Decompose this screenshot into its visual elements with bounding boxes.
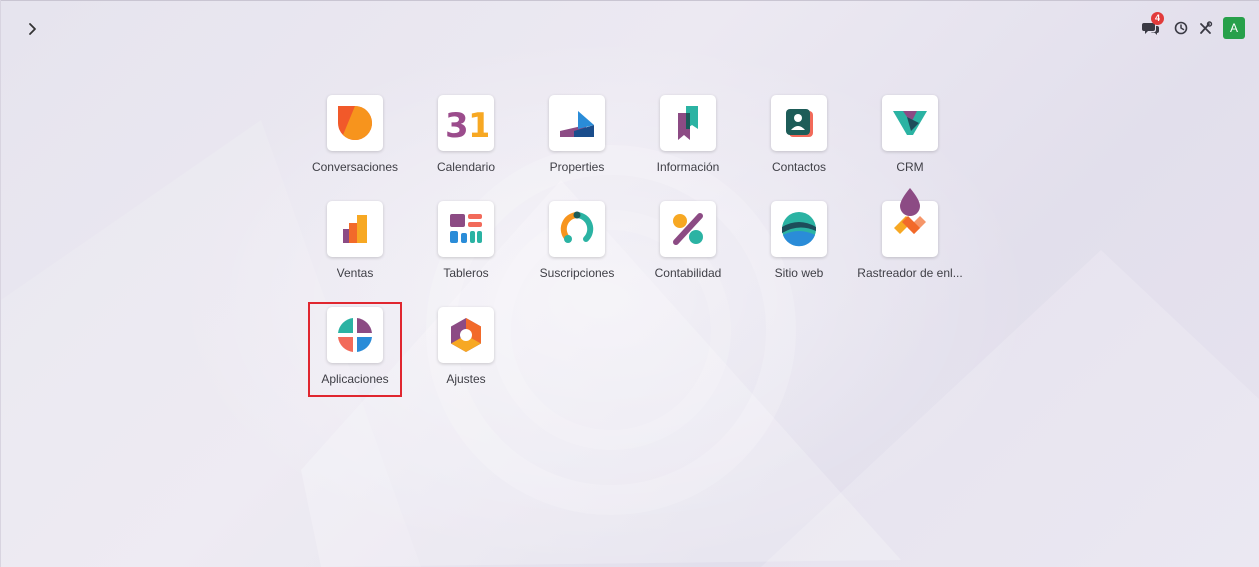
app-calendario[interactable]: 3 1 Calendario [411, 95, 521, 195]
svg-text:1: 1 [468, 106, 488, 143]
app-contactos[interactable]: Contactos [744, 95, 854, 195]
activity-button[interactable] [1174, 21, 1188, 35]
svg-text:3: 3 [445, 106, 469, 143]
app-label: Contactos [771, 160, 827, 174]
app-suscripciones[interactable]: Suscripciones [522, 201, 632, 301]
dashboards-icon [438, 201, 494, 257]
app-properties[interactable]: Properties [522, 95, 632, 195]
app-label: Sitio web [774, 266, 824, 280]
app-label: Calendario [436, 160, 496, 174]
app-label: CRM [896, 160, 924, 174]
discuss-icon [327, 95, 383, 151]
user-avatar[interactable]: A [1223, 17, 1245, 39]
link-tracker-icon [882, 188, 938, 257]
app-conversaciones[interactable]: Conversaciones [300, 95, 410, 195]
app-label: Contabilidad [654, 266, 722, 280]
clock-icon [1174, 21, 1188, 35]
knowledge-icon [660, 95, 716, 151]
messages-button[interactable]: 4 [1142, 12, 1164, 36]
accounting-icon [660, 201, 716, 257]
crm-icon [882, 95, 938, 151]
top-border [1, 0, 1259, 1]
messages-badge: 4 [1151, 12, 1164, 25]
tools-button[interactable] [1198, 20, 1213, 36]
settings-icon [438, 307, 494, 363]
chevron-right-icon [29, 23, 36, 35]
app-label: Rastreador de enl... [857, 266, 963, 280]
app-ajustes[interactable]: Ajustes [411, 307, 521, 407]
app-label: Tableros [443, 266, 489, 280]
contacts-icon [771, 95, 827, 151]
website-icon [771, 201, 827, 257]
calendar-icon: 3 1 [438, 95, 494, 151]
app-label: Ajustes [446, 372, 486, 386]
tools-icon [1200, 20, 1213, 34]
home-menu: 4 A Conversaciones 3 Calendario Properti… [0, 0, 1259, 567]
app-label: Información [656, 160, 720, 174]
app-sitio-web[interactable]: Sitio web [744, 201, 854, 301]
app-label: Properties [549, 160, 605, 174]
app-tableros[interactable]: Tableros [411, 201, 521, 301]
properties-icon [549, 95, 605, 151]
systray: 4 A [1142, 12, 1245, 40]
app-label: Conversaciones [311, 160, 399, 174]
app-rastreador-de-enlaces[interactable]: Rastreador de enl... [855, 188, 965, 301]
app-label: Suscripciones [539, 266, 615, 280]
app-crm[interactable]: CRM [855, 95, 965, 195]
menu-toggle-button[interactable] [23, 20, 41, 38]
app-contabilidad[interactable]: Contabilidad [633, 201, 743, 301]
subscriptions-icon [549, 201, 605, 257]
app-ventas[interactable]: Ventas [300, 201, 410, 301]
app-informacion[interactable]: Información [633, 95, 743, 195]
selection-highlight [308, 302, 402, 397]
app-label: Ventas [336, 266, 374, 280]
sales-icon [327, 201, 383, 257]
